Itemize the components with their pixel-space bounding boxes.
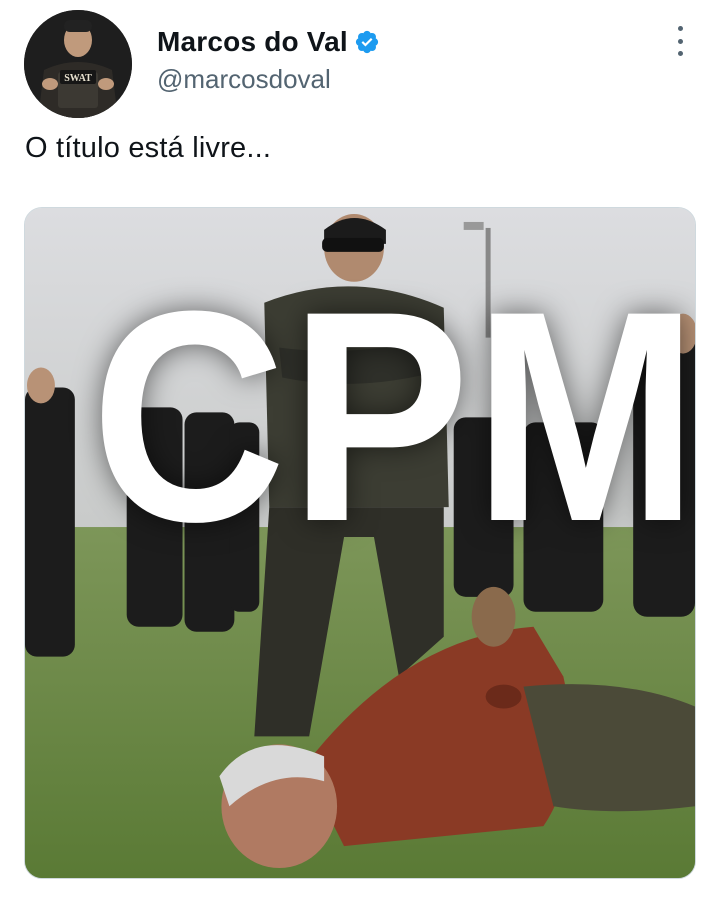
author-block: Marcos do Val @marcosdoval — [157, 26, 380, 95]
media-overlay-text: CPMI — [91, 248, 696, 584]
avatar-image: SWAT — [24, 10, 132, 118]
avatar-badge-text: SWAT — [64, 73, 92, 84]
avatar[interactable]: SWAT — [24, 10, 132, 118]
display-name[interactable]: Marcos do Val — [157, 26, 348, 58]
author-handle[interactable]: @marcosdoval — [157, 64, 380, 95]
name-row: Marcos do Val — [157, 26, 380, 58]
more-options-icon[interactable] — [674, 26, 686, 56]
verified-badge-icon — [354, 29, 380, 55]
tweet: SWAT Marcos do Val @marcosdoval O título… — [0, 0, 720, 906]
tweet-text: O título está livre... — [25, 132, 272, 164]
tweet-media-image[interactable]: CPMI — [24, 207, 696, 879]
